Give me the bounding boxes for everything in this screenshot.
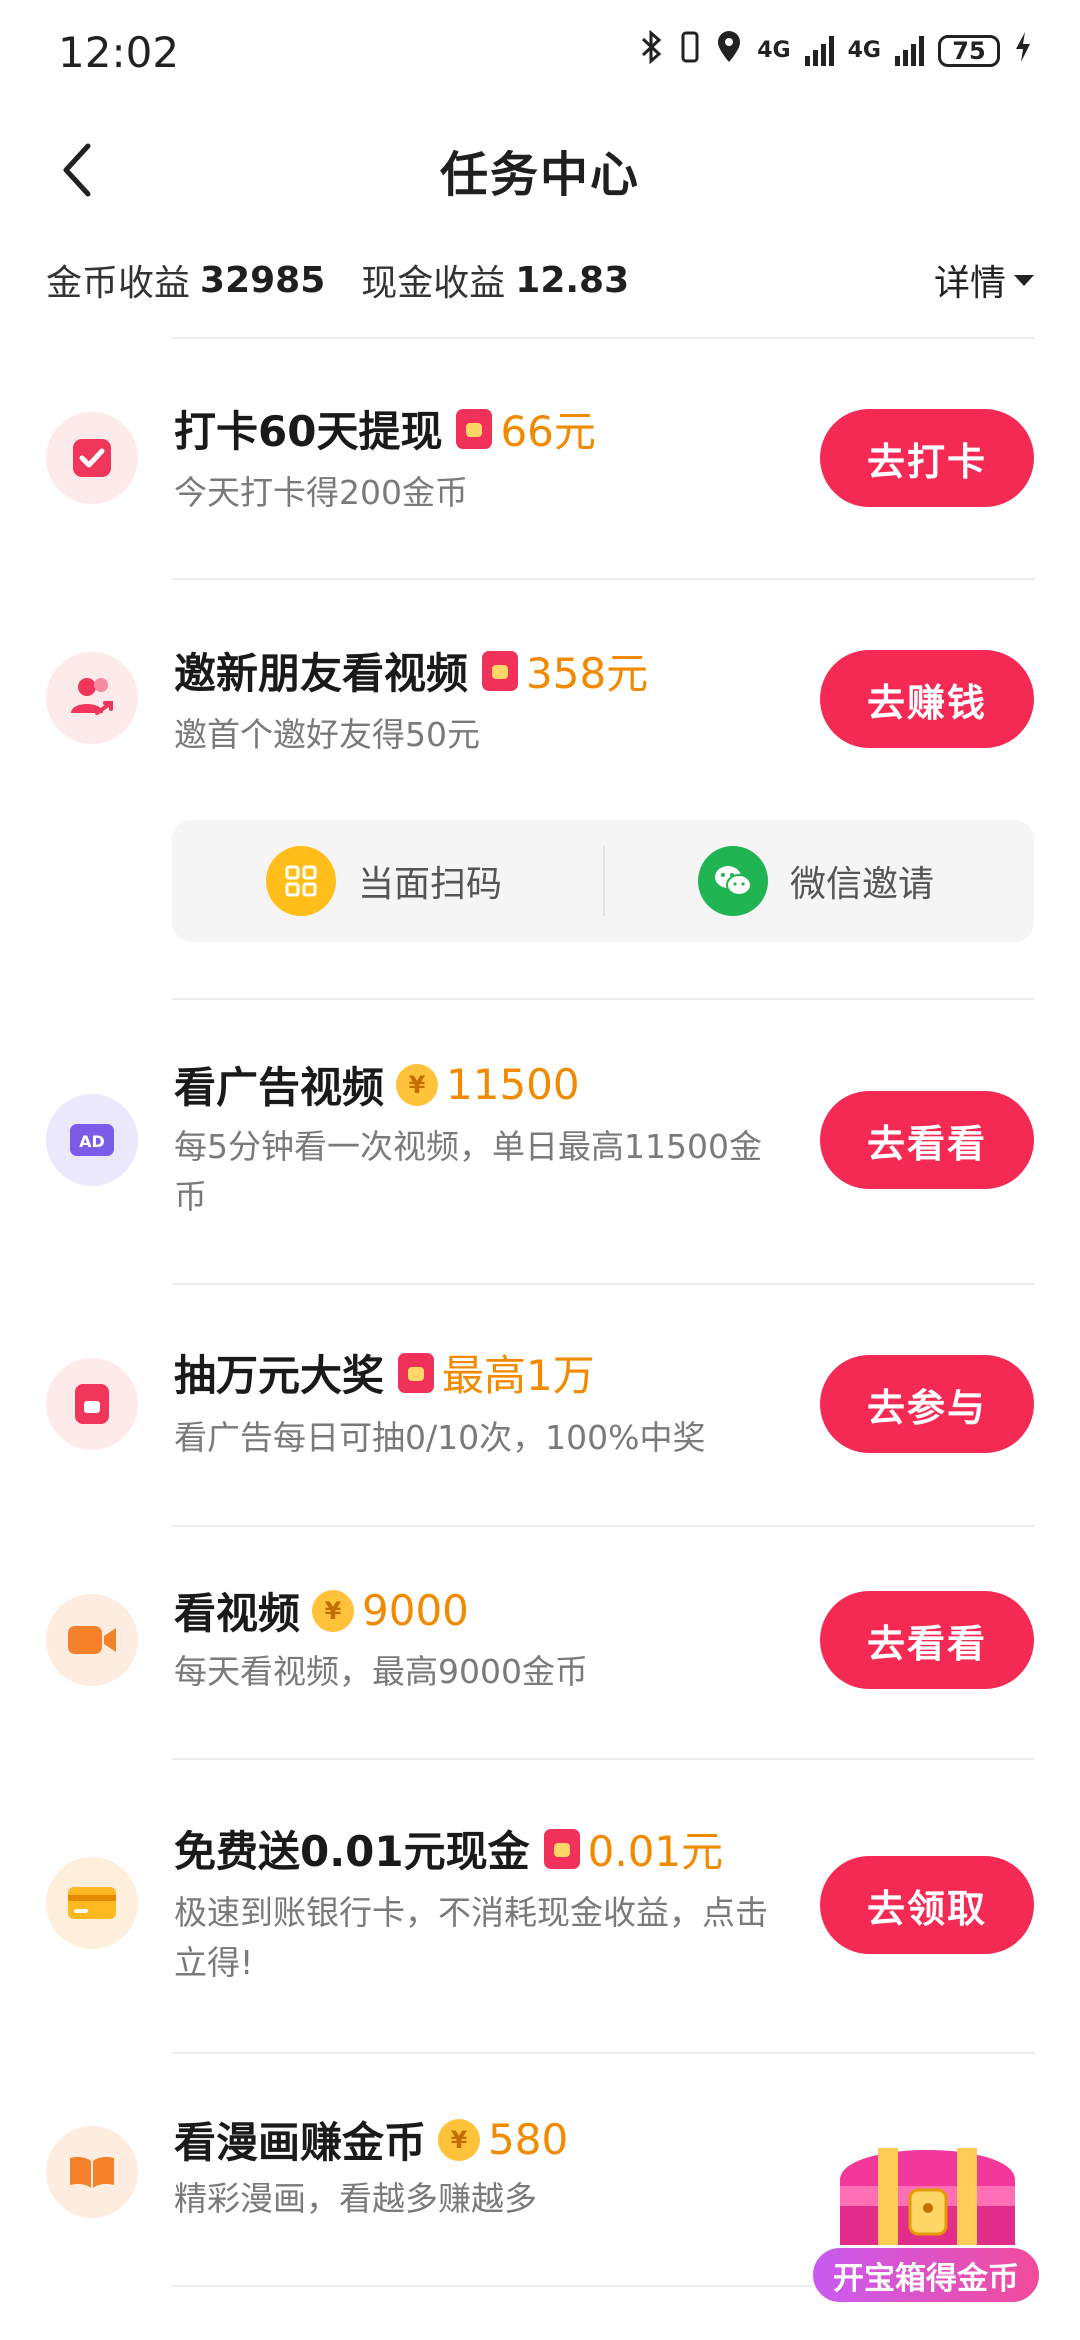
wechat-invite-option[interactable]: 微信邀请 xyxy=(698,820,934,942)
details-button[interactable]: 详情 xyxy=(934,254,1034,306)
task-reward: 66元 xyxy=(500,407,596,456)
bank-card-icon xyxy=(46,1857,138,1949)
task-title: 看广告视频 xyxy=(174,1063,385,1112)
coin-icon: ¥ xyxy=(396,1063,439,1106)
coin-icon: ¥ xyxy=(438,2118,481,2161)
coin-earnings-value: 32985 xyxy=(200,259,326,301)
details-label: 详情 xyxy=(933,263,1006,304)
red-envelope-icon xyxy=(398,1352,435,1393)
battery-icon: 75 xyxy=(938,35,1000,67)
wechat-icon xyxy=(698,846,768,916)
svg-text:AD: AD xyxy=(79,1132,105,1151)
divider xyxy=(172,2052,1034,2054)
task-title: 打卡60天提现 xyxy=(174,407,443,456)
task-description: 今天打卡得200金币 xyxy=(174,473,468,512)
task-description: 每天看视频，最高9000金币 xyxy=(174,1652,588,1691)
red-envelope-icon xyxy=(543,1828,580,1869)
divider xyxy=(172,337,1034,339)
claim-button[interactable]: 去领取 xyxy=(820,1856,1034,1954)
network-label-1: 4G xyxy=(757,38,791,63)
ad-icon: AD xyxy=(46,1094,138,1186)
lottery-icon xyxy=(46,1358,138,1450)
checkin-icon xyxy=(46,412,138,504)
task-title: 抽万元大奖 xyxy=(174,1351,385,1400)
task-reward: 358元 xyxy=(526,649,649,698)
status-icons: 4G 4G 75 xyxy=(639,29,1032,72)
watch-ads-button[interactable]: 去看看 xyxy=(820,1091,1034,1189)
header: 任务中心 xyxy=(0,105,1080,235)
task-reward: 9000 xyxy=(362,1586,469,1635)
wechat-invite-label: 微信邀请 xyxy=(790,864,935,905)
task-description: 极速到账银行卡，不消耗现金收益，点击立得! xyxy=(174,1893,768,1982)
video-camera-icon xyxy=(46,1594,138,1686)
task-description: 每5分钟看一次视频，单日最高11500金币 xyxy=(174,1127,762,1216)
divider xyxy=(172,1283,1034,1285)
divider xyxy=(172,578,1034,580)
divider xyxy=(172,1758,1034,1760)
vibrate-icon xyxy=(679,30,701,72)
caret-down-icon xyxy=(1014,274,1034,286)
watch-videos-button[interactable]: 去看看 xyxy=(820,1591,1034,1689)
qr-code-icon xyxy=(266,846,336,916)
signal-icon xyxy=(895,36,924,66)
task-reward: 580 xyxy=(488,2115,569,2164)
red-envelope-icon xyxy=(482,650,519,691)
divider xyxy=(603,846,605,916)
earn-money-button[interactable]: 去赚钱 xyxy=(820,650,1034,748)
task-reward: 11500 xyxy=(446,1060,580,1109)
comic-book-icon xyxy=(46,2126,138,2218)
task-title: 看视频 xyxy=(174,1589,301,1638)
task-title: 邀新朋友看视频 xyxy=(174,649,469,698)
scan-qr-option[interactable]: 当面扫码 xyxy=(266,820,502,942)
location-icon xyxy=(715,30,743,72)
task-description: 看广告每日可抽0/10次，100%中奖 xyxy=(174,1418,706,1457)
coin-earnings-label: 金币收益 xyxy=(46,263,191,304)
invite-friends-icon xyxy=(46,652,138,744)
invite-options: 当面扫码 微信邀请 xyxy=(172,820,1034,942)
page-title: 任务中心 xyxy=(439,147,640,203)
participate-button[interactable]: 去参与 xyxy=(820,1355,1034,1453)
red-envelope-icon xyxy=(456,408,493,449)
task-title: 免费送0.01元现金 xyxy=(174,1827,530,1876)
status-bar: 12:02 4G 4G 75 xyxy=(0,0,1080,105)
checkin-button[interactable]: 去打卡 xyxy=(820,409,1034,507)
coin-icon: ¥ xyxy=(312,1589,355,1632)
network-label-2: 4G xyxy=(847,38,881,63)
status-time: 12:02 xyxy=(58,28,180,77)
signal-icon xyxy=(804,36,834,66)
charging-icon xyxy=(1014,30,1032,72)
task-description: 精彩漫画，看越多赚越多 xyxy=(174,2179,537,2218)
task-description: 邀首个邀好友得50元 xyxy=(174,715,480,754)
earnings-summary: 金币收益 32985 现金收益 12.83 详情 xyxy=(46,250,1034,310)
scan-qr-label: 当面扫码 xyxy=(358,864,503,905)
divider xyxy=(172,998,1034,1000)
cash-earnings-label: 现金收益 xyxy=(361,263,506,304)
task-reward: 0.01元 xyxy=(587,1827,724,1876)
bluetooth-icon xyxy=(639,29,665,72)
task-title: 看漫画赚金币 xyxy=(174,2118,427,2167)
task-reward: 最高1万 xyxy=(442,1351,595,1400)
divider xyxy=(172,1525,1034,1527)
open-chest-button[interactable]: 开宝箱得金币 xyxy=(810,2245,1042,2305)
cash-earnings-value: 12.83 xyxy=(515,259,630,301)
